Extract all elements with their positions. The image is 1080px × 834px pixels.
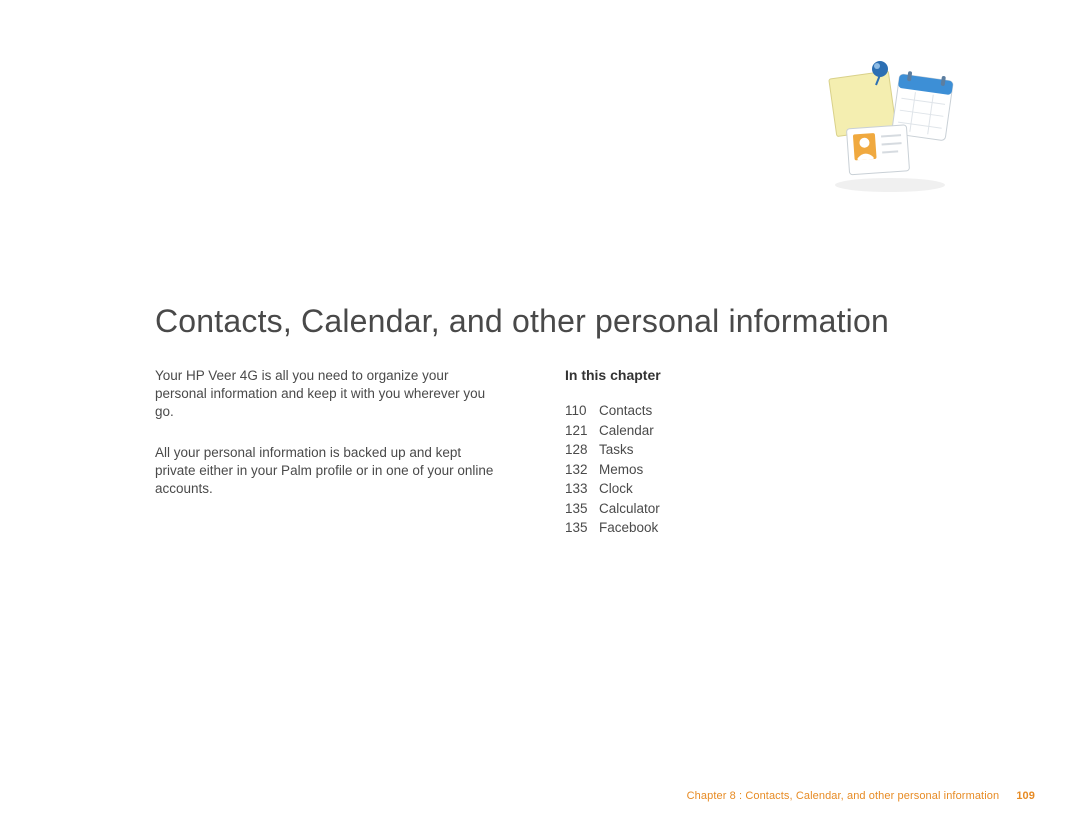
intro-paragraph-2: All your personal information is backed …: [155, 444, 500, 499]
toc-item[interactable]: 132 Memos: [565, 460, 865, 480]
toc-label: Calculator: [599, 499, 865, 519]
toc-page-number: 135: [565, 518, 599, 538]
toc-page-number: 132: [565, 460, 599, 480]
toc-label: Calendar: [599, 421, 865, 441]
toc-list: 110 Contacts 121 Calendar 128 Tasks 132 …: [565, 401, 865, 538]
toc-page-number: 110: [565, 401, 599, 421]
toc-page-number: 121: [565, 421, 599, 441]
document-page: Contacts, Calendar, and other personal i…: [0, 0, 1080, 834]
toc-label: Tasks: [599, 440, 865, 460]
toc-page-number: 135: [565, 499, 599, 519]
toc-page-number: 133: [565, 479, 599, 499]
toc-label: Clock: [599, 479, 865, 499]
toc-item[interactable]: 135 Facebook: [565, 518, 865, 538]
page-footer: Chapter 8 : Contacts, Calendar, and othe…: [687, 790, 1035, 802]
footer-page-number: 109: [1016, 790, 1035, 802]
toc-item[interactable]: 110 Contacts: [565, 401, 865, 421]
toc-item[interactable]: 135 Calculator: [565, 499, 865, 519]
footer-chapter-label: Chapter 8 : Contacts, Calendar, and othe…: [687, 790, 1000, 802]
chapter-title: Contacts, Calendar, and other personal i…: [155, 303, 889, 340]
toc-column: In this chapter 110 Contacts 121 Calenda…: [565, 367, 865, 538]
toc-item[interactable]: 121 Calendar: [565, 421, 865, 441]
toc-item[interactable]: 128 Tasks: [565, 440, 865, 460]
intro-paragraph-1: Your HP Veer 4G is all you need to organ…: [155, 367, 500, 422]
toc-item[interactable]: 133 Clock: [565, 479, 865, 499]
toc-heading: In this chapter: [565, 367, 865, 383]
toc-label: Contacts: [599, 401, 865, 421]
chapter-hero-icon: [820, 55, 960, 195]
intro-column: Your HP Veer 4G is all you need to organ…: [155, 367, 500, 520]
toc-page-number: 128: [565, 440, 599, 460]
toc-label: Facebook: [599, 518, 865, 538]
toc-label: Memos: [599, 460, 865, 480]
